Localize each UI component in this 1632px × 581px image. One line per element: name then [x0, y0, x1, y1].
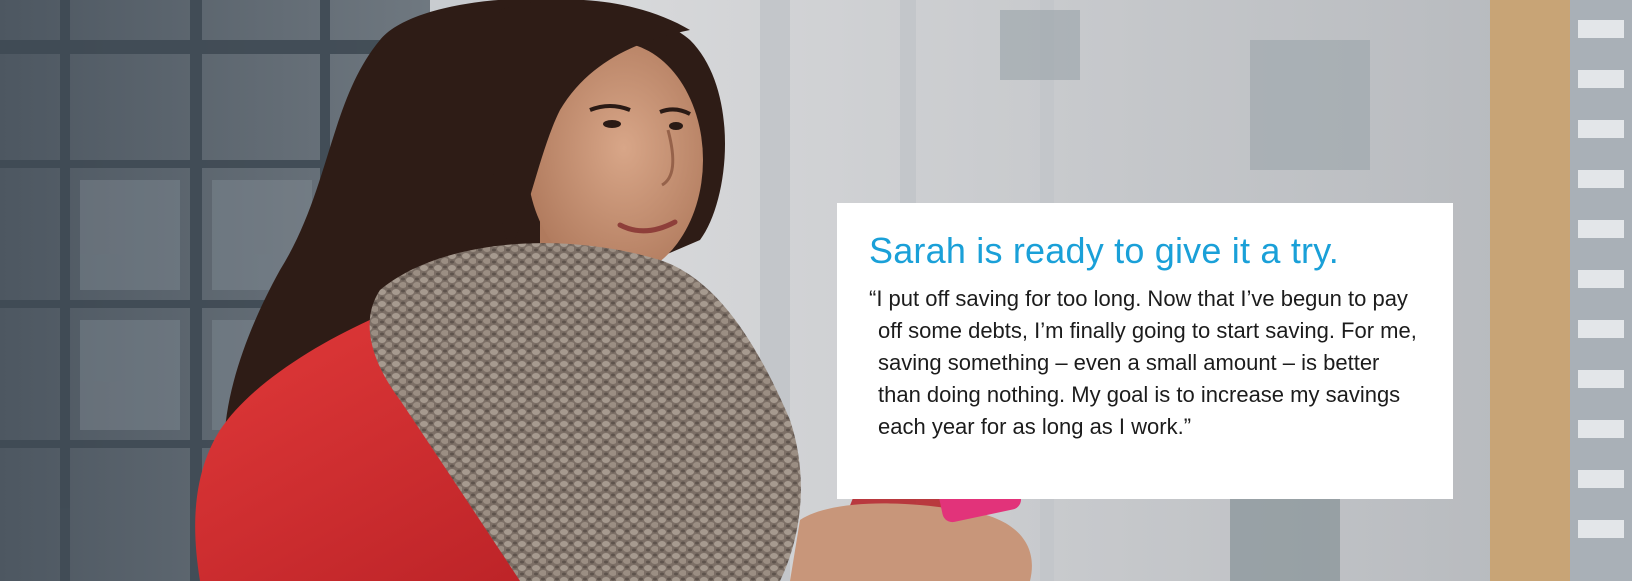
testimonial-title: Sarah is ready to give it a try.: [869, 230, 1339, 271]
hero-banner: Sarah is ready to give it a try. “I put …: [0, 0, 1632, 581]
testimonial-card: Sarah is ready to give it a try. “I put …: [837, 203, 1453, 499]
testimonial-quote: “I put off saving for too long. Now that…: [869, 286, 1417, 439]
